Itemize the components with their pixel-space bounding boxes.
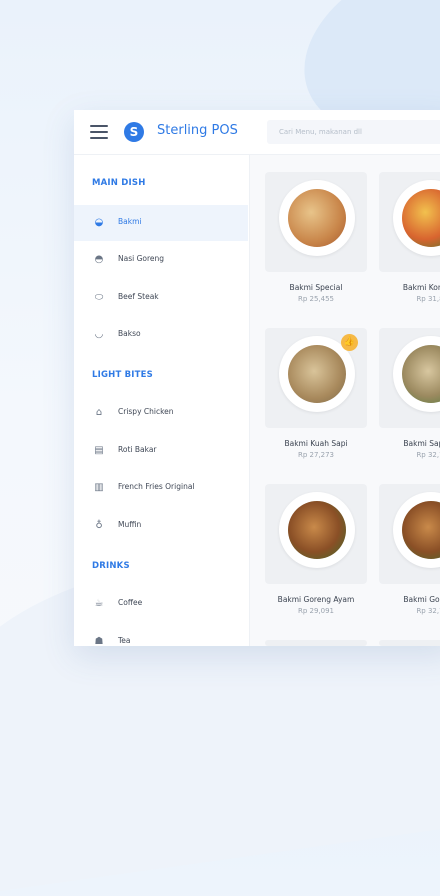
sidebar-item-label: Tea (118, 636, 131, 645)
muffin-icon: ♁ (95, 520, 103, 531)
menu-item-name: Bakmi Goreng (403, 595, 440, 604)
tea-icon: ☗ (94, 636, 104, 646)
menu-item-name: Bakmi Kuah Sapi (284, 439, 348, 448)
pos-window: S Sterling POS MAIN DISH ◒ Bakmi ◓ Nasi … (74, 110, 440, 646)
sidebar-item-label: Bakmi (118, 217, 142, 226)
sidebar-item-label: Roti Bakar (118, 445, 157, 454)
category-sidebar: MAIN DISH ◒ Bakmi ◓ Nasi Goreng ⬭ Beef S… (74, 155, 250, 646)
app-logo: S (124, 122, 144, 142)
menu-card-partial[interactable] (379, 640, 440, 646)
menu-item-name: Bakmi Komplit (402, 283, 440, 292)
menu-card-partial[interactable] (265, 640, 367, 646)
fries-icon: ▥ (94, 482, 104, 493)
menu-thumbnail (265, 640, 367, 646)
section-title-drinks: DRINKS (92, 561, 130, 571)
top-bar: S Sterling POS (74, 110, 440, 155)
sidebar-item-nasi-goreng[interactable]: ◓ Nasi Goreng (74, 242, 248, 278)
coffee-cup-icon: ☕ (94, 598, 104, 609)
food-plate-image (279, 180, 355, 256)
sidebar-item-label: Muffin (118, 520, 142, 529)
menu-item-price: Rp 32,7 (416, 607, 440, 615)
sidebar-item-label: Nasi Goreng (118, 254, 165, 263)
food-plate-image (393, 492, 440, 568)
sidebar-item-french-fries[interactable]: ▥ French Fries Original (74, 470, 248, 506)
menu-thumbnail (265, 172, 367, 272)
chicken-icon: ⌂ (95, 407, 103, 418)
food-plate-image (279, 492, 355, 568)
sidebar-item-label: Coffee (118, 598, 143, 607)
noodle-bowl-icon: ◒ (94, 217, 104, 228)
sidebar-item-label: Beef Steak (118, 292, 159, 301)
search-input[interactable] (267, 120, 440, 144)
menu-item-name: Bakmi Sapi La (403, 439, 440, 448)
sidebar-item-tea[interactable]: ☗ Tea (74, 624, 248, 646)
sidebar-item-bakmi[interactable]: ◒ Bakmi (74, 205, 248, 241)
menu-item-price: Rp 29,091 (297, 607, 335, 615)
section-title-main-dish: MAIN DISH (92, 178, 146, 188)
menu-grid: Bakmi Special Rp 25,455 Bakmi Komplit Rp… (250, 155, 440, 646)
sidebar-item-label: Crispy Chicken (118, 407, 174, 416)
menu-thumbnail (265, 484, 367, 584)
menu-thumbnail (379, 172, 440, 272)
menu-thumbnail (379, 640, 440, 646)
menu-thumbnail: 👍 (265, 328, 367, 428)
menu-item-name: Bakmi Special (289, 283, 343, 292)
sidebar-item-roti-bakar[interactable]: ▤ Roti Bakar (74, 433, 248, 469)
rice-plate-icon: ◓ (94, 254, 104, 265)
sidebar-item-beef-steak[interactable]: ⬭ Beef Steak (74, 280, 248, 316)
sidebar-item-crispy-chicken[interactable]: ⌂ Crispy Chicken (74, 395, 248, 431)
steak-icon: ⬭ (94, 292, 104, 303)
menu-thumbnail (379, 328, 440, 428)
menu-item-price: Rp 31,8 (416, 295, 440, 303)
section-title-light-bites: LIGHT BITES (92, 370, 153, 380)
food-plate-image (393, 336, 440, 412)
thumbs-up-icon[interactable]: 👍 (341, 334, 358, 351)
menu-item-name: Bakmi Goreng Ayam (277, 595, 355, 604)
menu-item-price: Rp 32,7 (416, 451, 440, 459)
menu-item-price: Rp 25,455 (297, 295, 335, 303)
sidebar-item-bakso[interactable]: ◡ Bakso (74, 317, 248, 353)
soup-bowl-icon: ◡ (94, 329, 104, 340)
menu-item-price: Rp 27,273 (297, 451, 335, 459)
sidebar-item-label: Bakso (118, 329, 141, 338)
sidebar-item-label: French Fries Original (118, 482, 195, 491)
sidebar-item-muffin[interactable]: ♁ Muffin (74, 508, 248, 544)
food-plate-image (393, 180, 440, 256)
toast-icon: ▤ (94, 445, 104, 456)
menu-thumbnail (379, 484, 440, 584)
hamburger-menu-icon[interactable] (90, 125, 108, 139)
sidebar-item-coffee[interactable]: ☕ Coffee (74, 586, 248, 622)
app-title: Sterling POS (157, 123, 238, 138)
